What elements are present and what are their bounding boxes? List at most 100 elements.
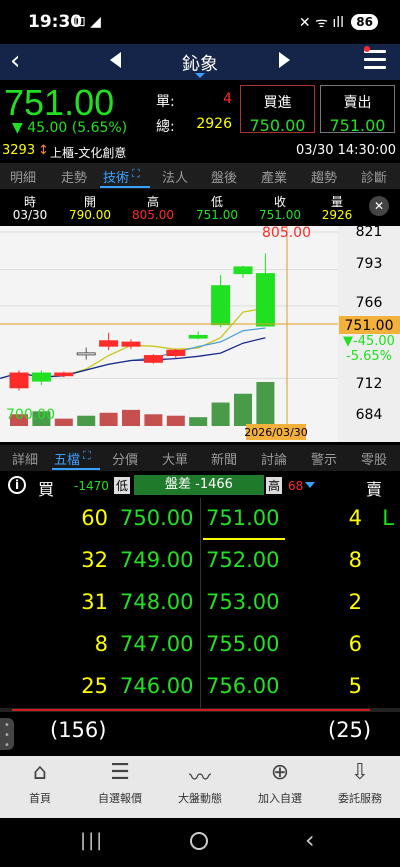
back-nav-icon[interactable]: ‹ xyxy=(305,826,315,854)
bid-price: 748.00 xyxy=(120,590,194,614)
add-icon: ⊕ xyxy=(270,760,290,785)
nav-market[interactable]: 〰 大盤動態 xyxy=(160,756,240,818)
y-tick-684: 684 xyxy=(356,407,383,423)
book-row[interactable]: 32 749.00 752.00 8 xyxy=(0,548,400,578)
candle-body xyxy=(143,355,163,363)
ohlc-v-close: 751.00 xyxy=(259,208,301,222)
book-tabs: 詳細 五檔 ⛶ 分價 大單 新聞 討論 警示 零股 xyxy=(0,445,400,471)
bid-quantity: 25 xyxy=(81,674,108,698)
bid-quantity: 31 xyxy=(81,590,108,614)
book-tab-five-levels[interactable]: 五檔 xyxy=(54,449,80,468)
book-tab-price-dist[interactable]: 分價 xyxy=(112,449,138,468)
home-circle-icon[interactable] xyxy=(190,832,208,850)
tab-diagnosis[interactable]: 診斷 xyxy=(361,167,387,186)
book-row[interactable]: 8 747.00 755.00 6 xyxy=(0,632,400,662)
notification-icons: ⊡ ◢ xyxy=(74,14,101,30)
stock-info-line: 3293 ↕ 上櫃-文化創意 03/30 14:30:00 xyxy=(0,142,400,162)
ask-price: 752.00 xyxy=(206,548,280,572)
buy-label: 買進 xyxy=(263,95,292,111)
candle-body xyxy=(211,285,231,326)
tab-detail[interactable]: 明細 xyxy=(10,167,36,186)
nav-watchlist-label: 自選報價 xyxy=(98,792,142,805)
volume-bar xyxy=(211,402,230,426)
buy-price: 750.00 xyxy=(249,116,306,135)
bid-price: 747.00 xyxy=(120,632,194,656)
chevron-down-icon[interactable] xyxy=(305,482,315,488)
notification-dot xyxy=(364,46,370,52)
buy-button[interactable]: 買進 750.00 xyxy=(240,85,315,135)
volume-bar xyxy=(189,417,208,426)
tab-institutional[interactable]: 法人 xyxy=(162,167,188,186)
y-tick-821: 821 xyxy=(356,226,383,240)
info-icon[interactable]: i xyxy=(8,476,26,494)
tab-trend-analysis[interactable]: 趨勢 xyxy=(311,167,337,186)
high-label: 805.00 xyxy=(262,226,311,241)
recents-icon[interactable]: ||| xyxy=(80,830,104,851)
volume-bar xyxy=(99,412,118,426)
candlestick-chart[interactable]: 805.00 700.00 821 793 766 751.00 ▼-45.00… xyxy=(0,226,400,442)
volume-bar xyxy=(234,393,252,426)
book-tab-news[interactable]: 新聞 xyxy=(211,449,237,468)
nav-watchlist[interactable]: ☰ 自選報價 xyxy=(80,756,160,818)
order-book: 60 750.00 751.00 4 L 32 749.00 752.00 8 31 748.00 7… xyxy=(0,498,400,708)
y-tick-793: 793 xyxy=(356,256,383,272)
book-row[interactable]: 60 750.00 751.00 4 L xyxy=(0,506,400,536)
candle-body xyxy=(121,341,141,347)
ask-quantity: 4 xyxy=(348,506,362,530)
volume-bar xyxy=(256,382,275,426)
nav-home[interactable]: ⌂ 首頁 xyxy=(0,756,80,818)
nav-add-watch[interactable]: ⊕ 加入自選 xyxy=(240,756,320,818)
y-tick-766: 766 xyxy=(356,295,383,311)
download-icon: ⇩ xyxy=(350,760,370,785)
volume-bar xyxy=(77,415,96,426)
book-sell-label: 賣 xyxy=(366,480,383,499)
battery-icon: 86 xyxy=(351,14,378,30)
book-row[interactable]: 31 748.00 753.00 2 xyxy=(0,590,400,620)
price-tag: 751.00 xyxy=(345,318,394,334)
book-tab-discussion[interactable]: 討論 xyxy=(261,449,287,468)
close-icon[interactable]: ✕ xyxy=(369,196,389,216)
expand-icon-2[interactable]: ⛶ xyxy=(83,449,91,463)
sell-button[interactable]: 賣出 751.00 xyxy=(320,85,395,135)
last-price: 751.00 xyxy=(4,82,115,123)
best-ask-underline xyxy=(203,538,285,540)
nav-order[interactable]: ⇩ 委託服務 xyxy=(320,756,400,818)
chevron-down-icon xyxy=(195,73,205,78)
menu-icon[interactable] xyxy=(364,50,386,74)
ask-quantity: 8 xyxy=(348,548,362,572)
high-badge: 高 xyxy=(266,477,283,494)
ohlc-v-low: 751.00 xyxy=(196,208,238,222)
buy-diff: -1470 xyxy=(74,479,109,493)
system-nav: ||| ‹ xyxy=(0,818,400,867)
next-stock-icon[interactable] xyxy=(279,52,290,68)
drawer-handle-icon[interactable]: • • • xyxy=(0,718,14,751)
tab-technical[interactable]: 技術 xyxy=(103,167,129,186)
book-header: i 買 -1470 低 盤差 -1466 高 68 賣 xyxy=(0,473,400,499)
ask-price: 756.00 xyxy=(206,674,280,698)
updown-icon: ↕ xyxy=(38,143,49,158)
candle-body xyxy=(188,334,208,339)
nav-market-label: 大盤動態 xyxy=(178,792,222,805)
ohlc-v-time: 03/30 xyxy=(12,208,48,222)
ohlc-v-volume: 2926 xyxy=(321,208,353,222)
home-icon: ⌂ xyxy=(33,760,47,785)
tab-trend[interactable]: 走勢 xyxy=(61,167,87,186)
book-row[interactable]: 25 746.00 756.00 5 xyxy=(0,674,400,704)
sell-price: 751.00 xyxy=(329,116,386,135)
high-value: 68 xyxy=(288,479,304,493)
quote-datetime: 03/30 14:30:00 xyxy=(296,143,396,158)
quote-panel: 751.00 ▼ 45.00 (5.65%) 單: 4 總: 2926 買進 7… xyxy=(0,80,400,164)
tab-after-hours[interactable]: 盤後 xyxy=(211,167,237,186)
book-tab-detail[interactable]: 詳細 xyxy=(12,449,38,468)
book-tab-alerts[interactable]: 警示 xyxy=(311,449,337,468)
book-tab-odd-lots[interactable]: 零股 xyxy=(361,449,387,468)
candle-body xyxy=(255,273,275,327)
candle-body xyxy=(9,372,29,389)
tab-industry[interactable]: 產業 xyxy=(261,167,287,186)
book-tab-big-orders[interactable]: 大單 xyxy=(162,449,188,468)
y-tick-712: 712 xyxy=(356,376,383,392)
nav-home-label: 首頁 xyxy=(29,792,51,805)
expand-icon[interactable]: ⛶ xyxy=(132,167,140,181)
totals-row: • • • (156) (25) xyxy=(0,712,400,756)
list-icon: ☰ xyxy=(110,760,130,785)
